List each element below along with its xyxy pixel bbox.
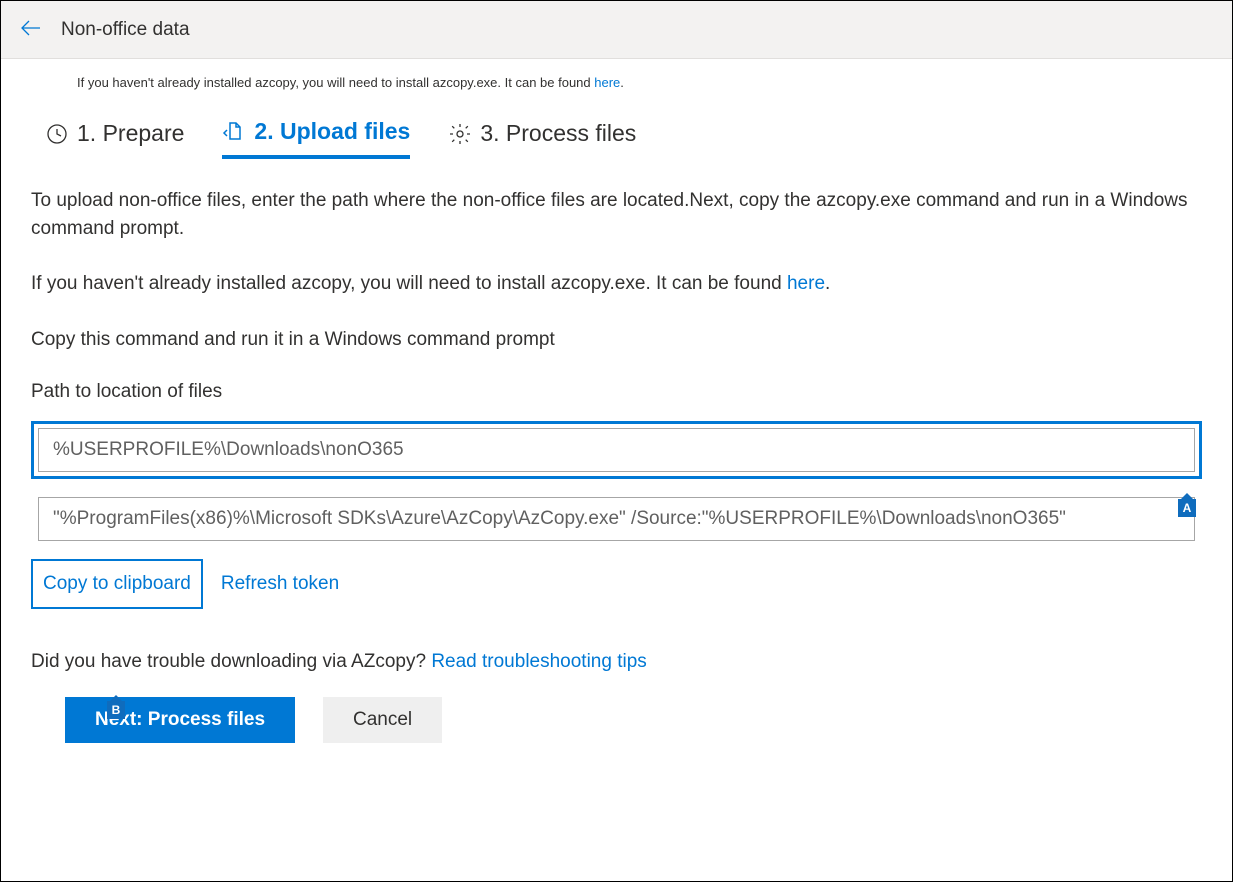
- page-header: Non-office data: [1, 1, 1232, 59]
- callout-badge-a: A: [1178, 499, 1196, 517]
- install-suffix: .: [825, 273, 830, 294]
- tab-prepare-label: 1. Prepare: [77, 120, 184, 147]
- tab-process-label: 3. Process files: [480, 120, 636, 147]
- copy-clipboard-button[interactable]: Copy to clipboard: [31, 559, 203, 609]
- top-here-link[interactable]: here: [594, 75, 620, 90]
- wizard-tabs: 1. Prepare 2. Upload files 3. Process fi…: [1, 90, 1232, 159]
- path-input-container: [31, 421, 1202, 479]
- top-install-info: If you haven't already installed azcopy,…: [1, 59, 1232, 90]
- back-icon[interactable]: [19, 16, 43, 43]
- copy-prompt: Copy this command and run it in a Window…: [31, 326, 1202, 354]
- callout-badge-b: B: [107, 701, 125, 719]
- command-container: "%ProgramFiles(x86)%\Microsoft SDKs\Azur…: [31, 497, 1202, 541]
- command-output[interactable]: "%ProgramFiles(x86)%\Microsoft SDKs\Azur…: [38, 497, 1195, 541]
- install-text: If you haven't already installed azcopy,…: [31, 270, 1202, 298]
- tab-process[interactable]: 3. Process files: [448, 118, 636, 159]
- trouble-prefix: Did you have trouble downloading via AZc…: [31, 651, 431, 672]
- path-input[interactable]: [38, 428, 1195, 472]
- gear-icon: [448, 122, 472, 146]
- here-link[interactable]: here: [787, 273, 825, 294]
- refresh-token-button[interactable]: Refresh token: [215, 561, 345, 607]
- troubleshooting-link[interactable]: Read troubleshooting tips: [431, 651, 646, 672]
- top-install-suffix: .: [620, 75, 624, 90]
- cancel-button[interactable]: Cancel: [323, 697, 442, 743]
- clock-icon: [45, 122, 69, 146]
- file-upload-icon: [222, 120, 246, 144]
- tab-upload-label: 2. Upload files: [254, 118, 410, 145]
- tab-upload[interactable]: 2. Upload files: [222, 118, 410, 159]
- top-install-text: If you haven't already installed azcopy,…: [77, 75, 594, 90]
- page-title: Non-office data: [61, 19, 190, 41]
- intro-text: To upload non-office files, enter the pa…: [31, 187, 1202, 242]
- tab-prepare[interactable]: 1. Prepare: [45, 118, 184, 159]
- install-prefix: If you haven't already installed azcopy,…: [31, 273, 787, 294]
- path-label: Path to location of files: [31, 381, 1202, 403]
- trouble-row: Did you have trouble downloading via AZc…: [31, 651, 1202, 673]
- next-button[interactable]: Next: Process files: [65, 697, 295, 743]
